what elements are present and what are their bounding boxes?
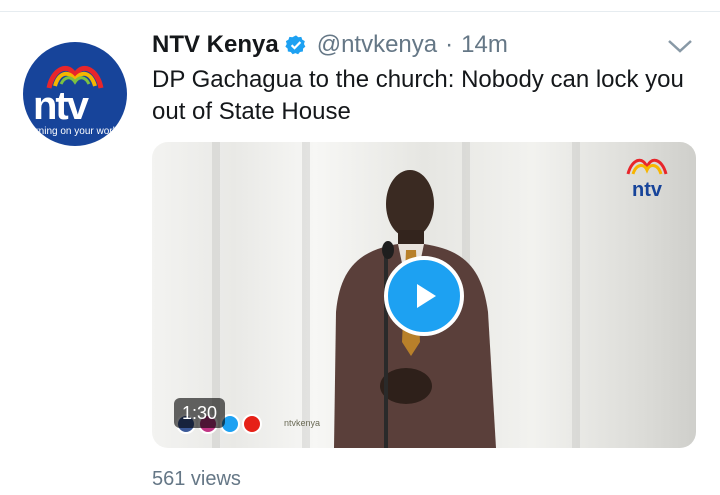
video-player[interactable]: ntv ntvkenya 1:30 <box>152 142 696 448</box>
social-handle: ntvkenya <box>284 418 321 428</box>
avatar-logo-text: ntv <box>33 84 89 128</box>
video-duration-badge: 1:30 <box>174 398 226 428</box>
divider <box>0 11 720 12</box>
tweet-text: DP Gachagua to the church: Nobody can lo… <box>152 66 684 125</box>
play-icon <box>417 284 436 308</box>
youtube-icon <box>242 414 262 434</box>
svg-text:ntv: ntv <box>632 179 663 200</box>
author-display-name[interactable]: NTV Kenya <box>152 31 279 59</box>
header-separator: · <box>445 31 454 58</box>
channel-logo-icon: ntv <box>626 158 668 200</box>
tweet-header: NTV Kenya @ntvkenya · 14m <box>152 28 508 62</box>
avatar[interactable]: ntv turning on your world <box>23 42 127 146</box>
author-handle[interactable]: @ntvkenya <box>317 31 437 59</box>
avatar-slogan: turning on your world <box>27 126 121 137</box>
view-count: 561 views <box>152 468 241 490</box>
chevron-down-icon[interactable] <box>666 36 694 56</box>
verified-badge-icon <box>285 35 306 55</box>
tweet-timestamp[interactable]: 14m <box>461 31 508 59</box>
play-button[interactable] <box>384 256 464 336</box>
